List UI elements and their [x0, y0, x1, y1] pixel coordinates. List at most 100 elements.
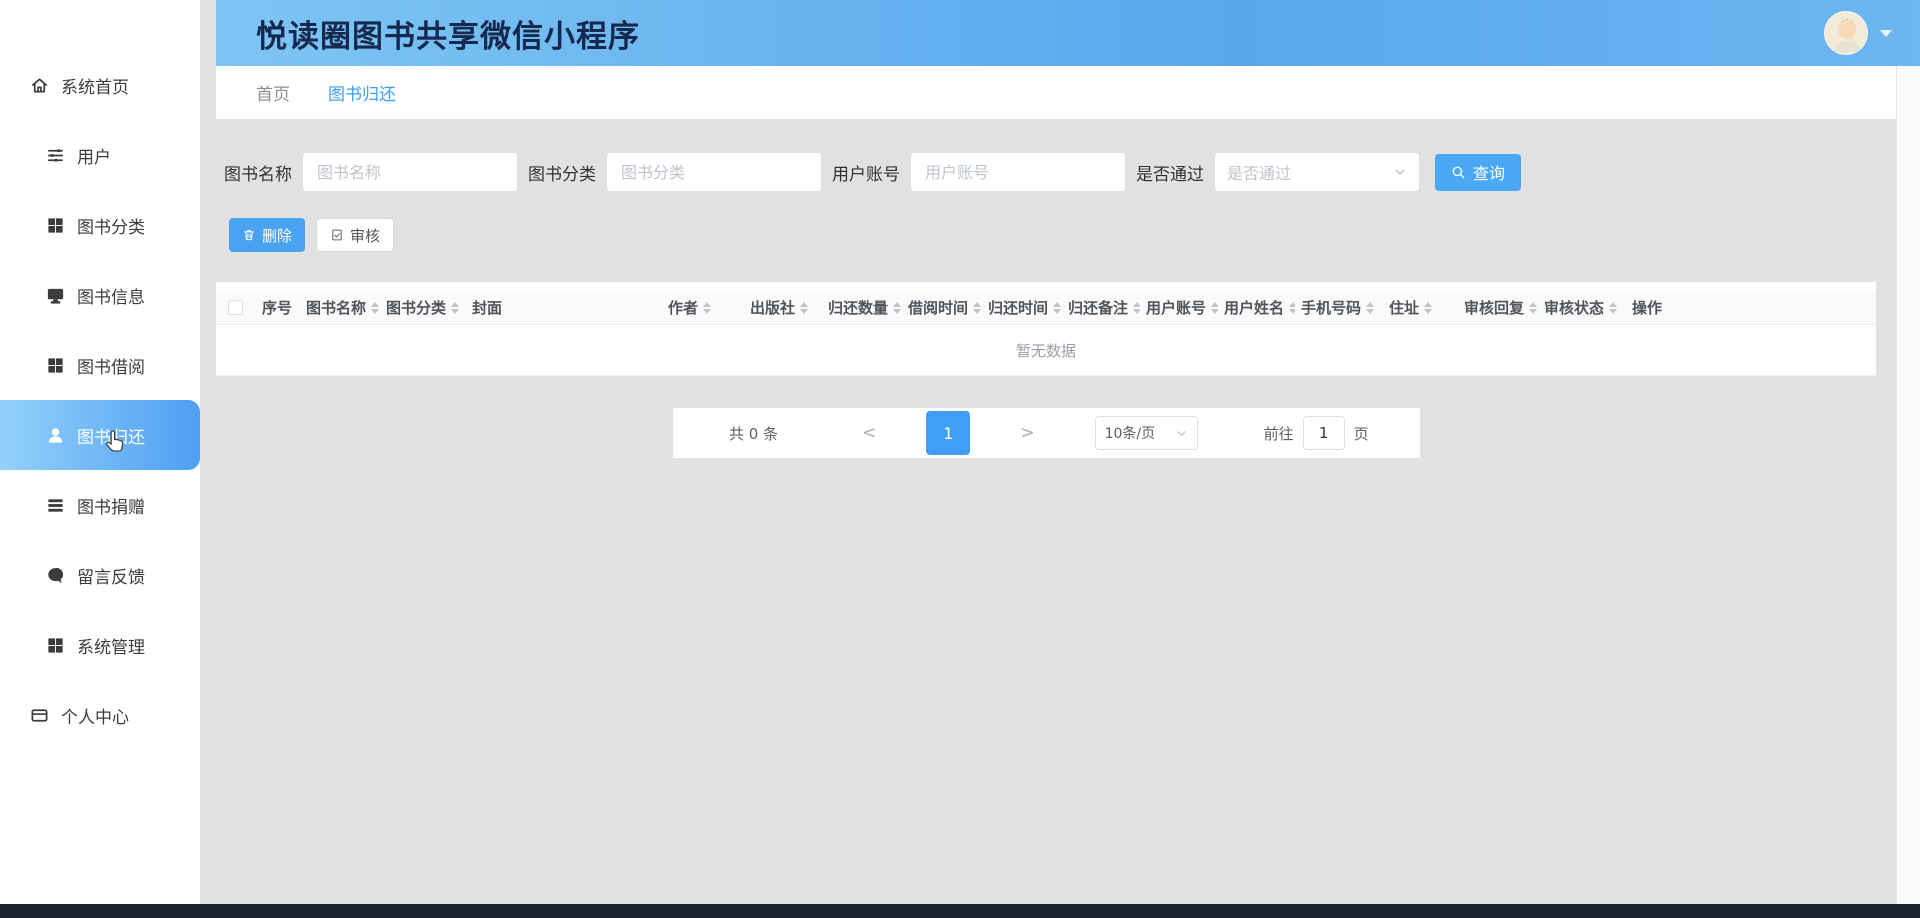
sidebar-item-label: 系统首页: [61, 73, 129, 98]
column-header-user-account[interactable]: 用户账号: [1140, 297, 1218, 318]
sort-icon[interactable]: [451, 302, 459, 314]
sort-icon[interactable]: [1211, 302, 1218, 314]
approved-select[interactable]: 是否通过: [1214, 152, 1420, 192]
page-number-button[interactable]: 1: [926, 411, 970, 455]
column-header-review-reply[interactable]: 审核回复: [1458, 297, 1538, 318]
goto-page: 前往 页: [1264, 416, 1369, 450]
trash-icon: [242, 228, 256, 242]
goto-page-input[interactable]: [1303, 416, 1345, 450]
chevron-down-icon: [1175, 427, 1188, 440]
next-page-button[interactable]: >: [1020, 423, 1034, 443]
sort-icon[interactable]: [1366, 302, 1374, 314]
column-header-user-name[interactable]: 用户姓名: [1218, 297, 1295, 318]
sidebar-item-label: 用户: [77, 143, 111, 168]
column-label: 住址: [1389, 297, 1419, 318]
sidebar-item-label: 图书分类: [77, 213, 145, 238]
sidebar-item-label: 系统管理: [77, 633, 145, 658]
sort-icon[interactable]: [973, 302, 981, 314]
user-icon: [46, 426, 65, 445]
sort-icon[interactable]: [371, 302, 379, 314]
select-all-checkbox[interactable]: [228, 300, 243, 315]
column-header-publisher[interactable]: 出版社: [744, 297, 822, 318]
sidebar-item-book-info[interactable]: 图书信息: [0, 260, 200, 330]
avatar[interactable]: [1824, 11, 1868, 55]
review-button[interactable]: 审核: [316, 218, 394, 252]
sidebar-item-feedback[interactable]: 留言反馈: [0, 540, 200, 610]
filter-approved: 是否通过 是否通过: [1136, 152, 1420, 192]
mouse-cursor: [102, 428, 128, 454]
column-header-return-quantity[interactable]: 归还数量: [822, 297, 902, 318]
column-header-return-time[interactable]: 归还时间: [982, 297, 1062, 318]
book-name-input[interactable]: [302, 152, 518, 192]
column-label: 审核回复: [1464, 297, 1524, 318]
column-label: 图书分类: [386, 297, 446, 318]
sidebar-item-book-return[interactable]: 图书归还: [0, 400, 200, 470]
column-label: 图书名称: [306, 297, 366, 318]
tab-home[interactable]: 首页: [256, 80, 290, 105]
sort-icon[interactable]: [800, 302, 808, 314]
search-button-label: 查询: [1473, 160, 1505, 184]
chevron-down-icon[interactable]: [1880, 30, 1892, 37]
sidebar-item-system-mgmt[interactable]: 系统管理: [0, 610, 200, 680]
sort-icon[interactable]: [1609, 302, 1617, 314]
sort-icon[interactable]: [893, 302, 901, 314]
search-icon: [1451, 165, 1466, 180]
sort-icon[interactable]: [1053, 302, 1061, 314]
column-label: 手机号码: [1301, 297, 1361, 318]
tab-book-return[interactable]: 图书归还: [328, 80, 396, 105]
column-header-author[interactable]: 作者: [662, 297, 744, 318]
column-label: 审核状态: [1544, 297, 1604, 318]
bottom-bar: [0, 904, 1920, 918]
sliders-icon: [46, 146, 65, 165]
book-name-label: 图书名称: [224, 160, 292, 185]
column-header-book-name[interactable]: 图书名称: [300, 297, 380, 318]
scrollbar-track[interactable]: [1896, 66, 1920, 904]
avatar-image: [1825, 12, 1868, 55]
column-header-book-category[interactable]: 图书分类: [380, 297, 466, 318]
column-header-cover: 封面: [466, 297, 662, 318]
pagination-total: 共 0 条: [729, 423, 778, 444]
search-button[interactable]: 查询: [1435, 154, 1521, 191]
sidebar-item-home[interactable]: 系统首页: [0, 50, 200, 120]
sort-icon[interactable]: [1133, 302, 1140, 314]
column-label: 用户账号: [1146, 297, 1206, 318]
column-header-review-status[interactable]: 审核状态: [1538, 297, 1626, 318]
monitor-icon: [46, 286, 65, 305]
column-header-address[interactable]: 住址: [1383, 297, 1458, 318]
table-empty-state: 暂无数据: [216, 325, 1876, 376]
approved-select-value: 是否通过: [1227, 160, 1291, 184]
breadcrumb-tabs: 首页 图书归还: [216, 66, 1896, 119]
grid-icon: [46, 636, 65, 655]
sidebar-item-book-borrow[interactable]: 图书借阅: [0, 330, 200, 400]
sidebar-item-book-donate[interactable]: 图书捐赠: [0, 470, 200, 540]
page-size-select[interactable]: 10条/页: [1095, 416, 1198, 450]
filter-book-category: 图书分类: [528, 152, 822, 192]
select-all-cell: [216, 300, 256, 315]
home-icon: [30, 76, 49, 95]
column-label: 作者: [668, 297, 698, 318]
column-label: 用户姓名: [1224, 297, 1284, 318]
goto-label: 前往: [1264, 423, 1294, 444]
card-icon: [30, 706, 49, 725]
sort-icon[interactable]: [1529, 302, 1537, 314]
delete-button[interactable]: 删除: [229, 218, 305, 252]
user-account-input[interactable]: [910, 152, 1126, 192]
column-header-return-remark[interactable]: 归还备注: [1062, 297, 1140, 318]
sidebar-item-personal-center[interactable]: 个人中心: [0, 680, 200, 750]
prev-page-button[interactable]: <: [862, 423, 876, 443]
sidebar-item-book-category[interactable]: 图书分类: [0, 190, 200, 260]
filter-bar: 图书名称 图书分类 用户账号 是否通过 是否通过 查询: [216, 152, 1896, 192]
book-category-input[interactable]: [606, 152, 822, 192]
column-header-phone[interactable]: 手机号码: [1295, 297, 1383, 318]
column-header-index: 序号: [256, 297, 300, 318]
column-header-actions: 操作: [1626, 297, 1876, 318]
goto-unit: 页: [1354, 423, 1369, 444]
sort-icon[interactable]: [1424, 302, 1432, 314]
column-header-borrow-time[interactable]: 借阅时间: [902, 297, 982, 318]
page-size-value: 10条/页: [1105, 423, 1156, 443]
user-menu[interactable]: [1824, 11, 1892, 55]
sidebar-item-users[interactable]: 用户: [0, 120, 200, 190]
sort-icon[interactable]: [703, 302, 711, 314]
filter-user-account: 用户账号: [832, 152, 1126, 192]
grid-icon: [46, 356, 65, 375]
